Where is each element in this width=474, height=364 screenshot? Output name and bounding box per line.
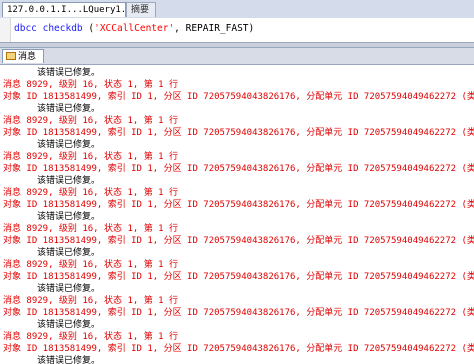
message-header: 消息 8929, 级别 16, 状态 1, 第 1 行	[3, 332, 178, 342]
message-header: 消息 8929, 级别 16, 状态 1, 第 1 行	[3, 296, 178, 306]
message-repaired: 该错误已修复。	[37, 68, 101, 78]
query-editor[interactable]: dbcc checkdb ('XCCallCenter', REPAIR_FAS…	[0, 18, 474, 42]
message-repaired: 该错误已修复。	[37, 356, 101, 364]
message-object: 对象 ID 1813581499, 索引 ID 1, 分区 ID 7205759…	[3, 344, 474, 354]
message-repaired: 该错误已修复。	[37, 140, 101, 150]
repair-option: , REPAIR_FAST)	[174, 23, 255, 34]
message-header: 消息 8929, 级别 16, 状态 1, 第 1 行	[3, 260, 178, 270]
message-repaired: 该错误已修复。	[37, 248, 101, 258]
editor-line-1: dbcc checkdb ('XCCallCenter', REPAIR_FAS…	[14, 23, 254, 34]
message-repaired: 该错误已修复。	[37, 176, 101, 186]
tab-messages[interactable]: 消息	[2, 49, 44, 63]
message-object: 对象 ID 1813581499, 索引 ID 1, 分区 ID 7205759…	[3, 164, 474, 174]
message-header: 消息 8929, 级别 16, 状态 1, 第 1 行	[3, 188, 178, 198]
tab-messages-label: 消息	[18, 52, 37, 62]
message-object: 对象 ID 1813581499, 索引 ID 1, 分区 ID 7205759…	[3, 236, 474, 246]
message-repaired: 该错误已修复。	[37, 284, 101, 294]
messages-pane[interactable]: 该错误已修复。 消息 8929, 级别 16, 状态 1, 第 1 行 对象 I…	[0, 65, 474, 364]
message-object: 对象 ID 1813581499, 索引 ID 1, 分区 ID 7205759…	[3, 200, 474, 210]
message-repaired: 该错误已修复。	[37, 212, 101, 222]
message-object: 对象 ID 1813581499, 索引 ID 1, 分区 ID 7205759…	[3, 128, 474, 138]
results-tab-bar: 消息	[0, 48, 474, 65]
query-tab-bar: 127.0.0.1.I...LQuery1.sql* 摘要	[0, 0, 474, 19]
message-object: 对象 ID 1813581499, 索引 ID 1, 分区 ID 7205759…	[3, 308, 474, 318]
keyword-dbcc-checkdb: dbcc checkdb	[14, 23, 83, 34]
message-icon	[6, 51, 16, 60]
message-header: 消息 8929, 级别 16, 状态 1, 第 1 行	[3, 80, 178, 90]
message-repaired: 该错误已修复。	[37, 104, 101, 114]
paren-open: (	[82, 23, 95, 34]
message-header: 消息 8929, 级别 16, 状态 1, 第 1 行	[3, 116, 178, 126]
editor-gutter	[0, 18, 11, 42]
message-object: 对象 ID 1813581499, 索引 ID 1, 分区 ID 7205759…	[3, 272, 474, 282]
tab-query-file[interactable]: 127.0.0.1.I...LQuery1.sql*	[2, 2, 126, 17]
message-header: 消息 8929, 级别 16, 状态 1, 第 1 行	[3, 224, 178, 234]
message-repaired: 该错误已修复。	[37, 320, 101, 330]
message-header: 消息 8929, 级别 16, 状态 1, 第 1 行	[3, 152, 178, 162]
tab-summary[interactable]: 摘要	[126, 2, 156, 17]
database-name-string: 'XCCallCenter'	[94, 23, 175, 34]
message-object: 对象 ID 1813581499, 索引 ID 1, 分区 ID 7205759…	[3, 92, 474, 102]
